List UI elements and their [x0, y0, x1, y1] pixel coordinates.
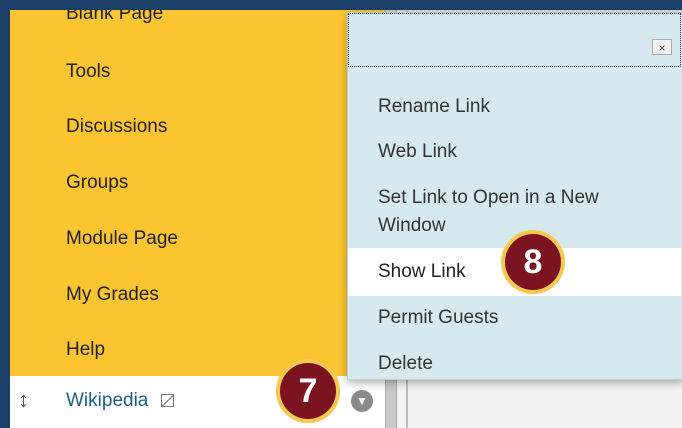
sidebar-item-discussions[interactable]: Discussions: [66, 116, 167, 138]
menu-item-delete[interactable]: Delete: [378, 350, 433, 378]
sidebar-item-blank-page[interactable]: Blank Page: [66, 10, 163, 25]
menu-item-label: Show Link: [378, 261, 466, 282]
close-icon[interactable]: ×: [652, 39, 672, 55]
course-menu-screenshot: Blank Page Tools Discussions Groups Modu…: [10, 10, 682, 428]
menu-item-open-new-window[interactable]: Set Link to Open in a New Window: [378, 184, 658, 240]
context-menu: × Rename Link Web Link Set Link to Open …: [347, 12, 682, 380]
menu-item-rename-link[interactable]: Rename Link: [378, 93, 490, 121]
menu-item-web-link[interactable]: Web Link: [378, 138, 457, 166]
sidebar-item-module-page[interactable]: Module Page: [66, 228, 178, 250]
drag-handle-icon[interactable]: ↕: [18, 387, 29, 413]
sidebar-item-my-grades[interactable]: My Grades: [66, 284, 159, 306]
sidebar-item-label[interactable]: Wikipedia: [66, 390, 148, 412]
menu-item-permit-guests[interactable]: Permit Guests: [378, 304, 498, 332]
chevron-down-icon[interactable]: ▼: [351, 390, 373, 412]
context-menu-header: ×: [348, 13, 681, 67]
course-menu-sidebar: Blank Page Tools Discussions Groups Modu…: [10, 10, 385, 428]
sidebar-item-groups[interactable]: Groups: [66, 172, 128, 194]
sidebar-item-tools[interactable]: Tools: [66, 61, 110, 83]
step-badge-8: 8: [505, 234, 561, 290]
step-badge-7: 7: [280, 363, 336, 419]
sidebar-item-help[interactable]: Help: [66, 339, 105, 361]
link-unavailable-icon: [161, 394, 174, 407]
